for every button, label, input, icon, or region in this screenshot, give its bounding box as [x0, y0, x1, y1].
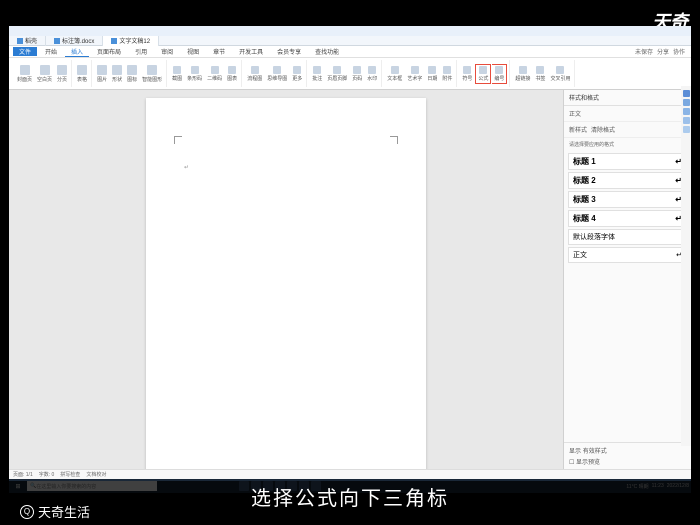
table-button[interactable]: 表格: [75, 64, 89, 84]
clear-format-link[interactable]: 清除格式: [591, 125, 615, 134]
doc-tab-active[interactable]: 文字文稿12: [103, 36, 159, 46]
window-titlebar: [9, 26, 691, 36]
margin-marker-tr: [390, 136, 398, 144]
more-button[interactable]: 更多: [290, 65, 304, 83]
doc-tab-dao[interactable]: 稻壳: [9, 36, 46, 46]
wordart-button[interactable]: 艺术字: [405, 65, 424, 83]
style-heading4[interactable]: 标题 4↵: [568, 210, 687, 227]
show-label: 显示: [569, 449, 581, 455]
style-heading1[interactable]: 标题 1↵: [568, 153, 687, 170]
page-indicator[interactable]: 页面: 1/1: [13, 471, 33, 478]
smartart-button[interactable]: 智能图形: [140, 64, 164, 84]
flowchart-button[interactable]: 流程图: [245, 65, 264, 83]
tab-layout[interactable]: 页面布局: [91, 47, 127, 56]
formula-dropdown-button[interactable]: 编号: [492, 64, 507, 84]
picture-button[interactable]: 图片: [95, 64, 109, 84]
collab-label[interactable]: 协作: [673, 47, 685, 56]
textbox-button[interactable]: 文本框: [385, 65, 404, 83]
screenshot-button[interactable]: 截图: [170, 65, 184, 83]
show-select[interactable]: 有效样式: [583, 449, 607, 455]
icons-button[interactable]: 图标: [125, 64, 139, 84]
side-tool-3[interactable]: [683, 108, 690, 115]
barcode-button[interactable]: 条形码: [185, 65, 204, 83]
proof-label[interactable]: 文档校对: [86, 471, 106, 478]
side-tool-5[interactable]: [683, 126, 690, 133]
share-label[interactable]: 分享: [657, 47, 669, 56]
tab-references[interactable]: 引用: [129, 47, 153, 56]
caption-text: 选择公式向下三角标: [251, 482, 449, 511]
style-hint: 请选择要应用的格式: [564, 138, 691, 151]
crossref-button[interactable]: 交叉引用: [548, 65, 572, 83]
qrcode-button[interactable]: 二维码: [205, 65, 224, 83]
page-number-button[interactable]: 页码: [350, 65, 364, 83]
ribbon-search[interactable]: 查找功能: [309, 47, 345, 56]
tab-sections[interactable]: 章节: [207, 47, 231, 56]
styles-panel: 样式和格式✕ 正文 新样式清除格式 请选择要应用的格式 标题 1↵ 标题 2↵ …: [563, 90, 691, 469]
side-tool-2[interactable]: [683, 99, 690, 106]
side-tool-1[interactable]: [683, 90, 690, 97]
tab-review[interactable]: 审阅: [155, 47, 179, 56]
attachment-button[interactable]: 附件: [440, 65, 454, 83]
tab-vip[interactable]: 会员专享: [271, 47, 307, 56]
panel-title: 样式和格式: [569, 93, 599, 102]
style-heading2[interactable]: 标题 2↵: [568, 172, 687, 189]
doc-icon: [17, 38, 23, 44]
style-default-font[interactable]: 默认段落字体: [568, 229, 687, 245]
document-canvas[interactable]: ↵: [9, 90, 563, 469]
comment-button[interactable]: 批注: [310, 65, 324, 83]
ribbon-tabs: 文件 开始 插入 页面布局 引用 审阅 视图 章节 开发工具 会员专享 查找功能…: [9, 46, 691, 58]
margin-marker-tl: [174, 136, 182, 144]
video-caption: 选择公式向下三角标: [9, 481, 691, 511]
chart-button[interactable]: 图表: [225, 65, 239, 83]
ribbon-toolbar: 封面页 空白页 分页 表格 图片 形状 图标 智能图形 截图 条形码 二维码 图…: [9, 58, 691, 90]
style-heading3[interactable]: 标题 3↵: [568, 191, 687, 208]
side-tool-4[interactable]: [683, 117, 690, 124]
watermark-button[interactable]: 水印: [365, 65, 379, 83]
symbol-button[interactable]: 符号: [460, 65, 474, 83]
style-body[interactable]: 正文↵: [568, 247, 687, 263]
tab-home[interactable]: 开始: [39, 47, 63, 56]
app-window: 稻壳 标注簿.docx 文字文稿12 文件 开始 插入 页面布局 引用 审阅 视…: [9, 26, 691, 493]
new-style-link[interactable]: 新样式: [569, 125, 587, 134]
logo-icon: Q: [20, 505, 34, 519]
preview-check[interactable]: ☐: [569, 460, 576, 466]
cursor-indicator: ↵: [184, 164, 189, 171]
spellcheck-label[interactable]: 拼写检查: [60, 471, 80, 478]
side-toolbar: [681, 90, 691, 446]
shapes-button[interactable]: 形状: [110, 64, 124, 84]
document-tabs: 稻壳 标注簿.docx 文字文稿12: [9, 36, 691, 46]
doc-icon: [54, 38, 60, 44]
word-count[interactable]: 字数: 0: [39, 471, 55, 478]
blank-page-button[interactable]: 空白页: [35, 64, 54, 84]
current-style[interactable]: 正文: [569, 109, 581, 118]
page-break-button[interactable]: 分页: [55, 64, 69, 84]
header-footer-button[interactable]: 页眉页脚: [325, 65, 349, 83]
doc-tab-docx[interactable]: 标注簿.docx: [46, 36, 103, 46]
doc-icon: [111, 38, 117, 44]
unsaved-label[interactable]: 未保存: [635, 47, 653, 56]
tab-insert[interactable]: 插入: [65, 47, 89, 57]
hyperlink-button[interactable]: 超链接: [513, 65, 532, 83]
tab-devtools[interactable]: 开发工具: [233, 47, 269, 56]
bottom-watermark: Q 天奇生活: [20, 502, 90, 521]
bookmark-button[interactable]: 书签: [533, 65, 547, 83]
formula-button[interactable]: 公式: [475, 64, 491, 84]
tab-view[interactable]: 视图: [181, 47, 205, 56]
status-bar: 页面: 1/1 字数: 0 拼写检查 文档校对: [9, 469, 691, 479]
cover-page-button[interactable]: 封面页: [15, 64, 34, 84]
mindmap-button[interactable]: 思维导图: [265, 65, 289, 83]
date-button[interactable]: 日期: [425, 65, 439, 83]
chevron-down-icon: [495, 66, 503, 74]
tab-file[interactable]: 文件: [13, 47, 37, 56]
page[interactable]: ↵: [146, 98, 426, 469]
